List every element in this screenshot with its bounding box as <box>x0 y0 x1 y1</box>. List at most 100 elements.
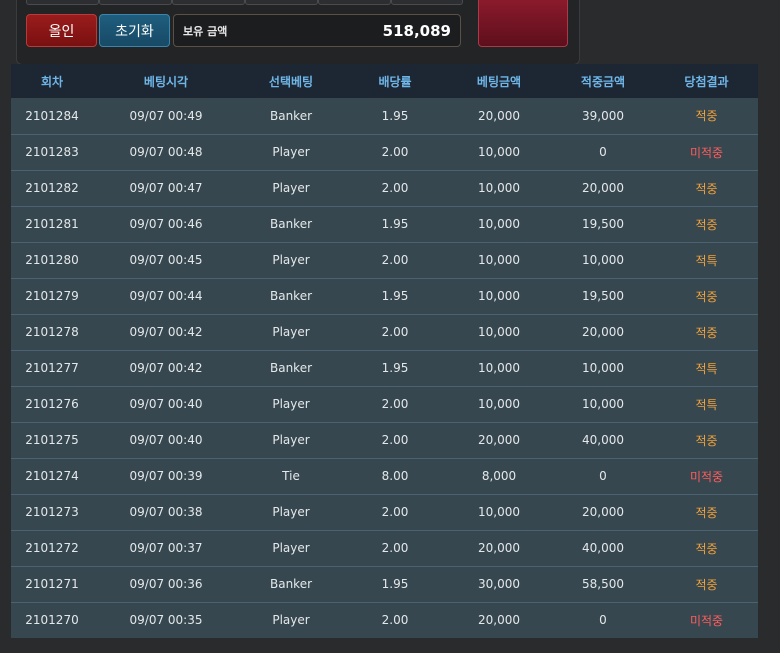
cell-result: 미적중 <box>689 469 724 484</box>
cell-odds: 1.95 <box>381 217 409 231</box>
table-row: 2101274 09/07 00:39 Tie 8.00 8,000 0 미적중 <box>11 458 758 494</box>
cell-round: 2101270 <box>25 613 79 628</box>
cell-odds: 2.00 <box>381 505 409 519</box>
table-row: 2101276 09/07 00:40 Player 2.00 10,000 10,000… <box>11 386 758 422</box>
cell-round: 2101274 <box>25 469 79 483</box>
cell-result: 적중 <box>695 577 718 592</box>
cell-win-amount: 0 <box>599 145 607 159</box>
cell-selection: Banker <box>269 577 313 591</box>
cell-selection: Player <box>272 397 310 411</box>
cell-win-amount: 0 <box>599 613 607 628</box>
cell-bet-time: 09/07 00:48 <box>129 145 203 159</box>
cell-bet-amount: 20,000 <box>478 433 520 447</box>
cell-round: 2101280 <box>25 253 79 267</box>
cell-win-amount: 20,000 <box>582 325 624 339</box>
cell-bet-time: 09/07 00:42 <box>129 361 203 375</box>
table-row: 2101271 09/07 00:36 Banker 1.95 30,000 58,500… <box>11 566 758 602</box>
table-row: 2101272 09/07 00:37 Player 2.00 20,000 40,000… <box>11 530 758 566</box>
balance-display: 보유 금액 518,089 <box>173 14 461 47</box>
cell-win-amount: 10,000 <box>582 361 624 375</box>
cell-result: 적중 <box>695 505 718 520</box>
cell-result: 적중 <box>695 325 718 340</box>
cell-bet-amount: 10,000 <box>478 325 520 339</box>
table-row: 2101280 09/07 00:45 Player 2.00 10,000 10,000… <box>11 242 758 278</box>
cell-result: 적특 <box>695 361 718 376</box>
cell-result: 적중 <box>695 109 718 124</box>
table-row: 2101281 09/07 00:46 Banker 1.95 10,000 19,500… <box>11 206 758 242</box>
cell-selection: Player <box>272 613 310 628</box>
table-header-row: 회차 베팅시각 선택베팅 배당률 베팅금액 적중금액 당첨결과 <box>11 64 758 98</box>
table-row: 2101282 09/07 00:47 Player 2.00 10,000 20,000… <box>11 170 758 206</box>
chip-button[interactable] <box>26 0 99 5</box>
cell-bet-time: 09/07 00:49 <box>129 108 203 123</box>
table-row: 2101279 09/07 00:44 Banker 1.95 10,000 19,500… <box>11 278 758 314</box>
cell-selection: Tie <box>282 469 300 483</box>
cell-bet-time: 09/07 00:37 <box>129 541 203 555</box>
cell-odds: 2.00 <box>381 433 409 447</box>
cell-round: 2101272 <box>25 541 79 555</box>
cell-odds: 1.95 <box>381 108 409 123</box>
cell-selection: Player <box>272 253 310 267</box>
cell-odds: 1.95 <box>381 577 409 591</box>
cell-odds: 2.00 <box>381 397 409 411</box>
allin-button[interactable]: 올인 <box>26 14 97 47</box>
cell-odds: 2.00 <box>381 145 409 159</box>
cell-bet-amount: 10,000 <box>478 253 520 267</box>
cell-win-amount: 19,500 <box>582 289 624 303</box>
cell-selection: Banker <box>269 289 313 303</box>
cell-round: 2101282 <box>25 181 79 195</box>
cell-round: 2101277 <box>25 361 79 375</box>
table-row: 2101283 09/07 00:48 Player 2.00 10,000 0 미적중 <box>11 134 758 170</box>
chip-button[interactable] <box>99 0 172 5</box>
cell-round: 2101278 <box>25 325 79 339</box>
cell-win-amount: 40,000 <box>582 433 624 447</box>
cell-bet-amount: 10,000 <box>478 217 520 231</box>
cell-bet-time: 09/07 00:47 <box>129 181 203 195</box>
table-row: 2101270 09/07 00:35 Player 2.00 20,000 0 미적중 <box>11 602 758 638</box>
cell-bet-time: 09/07 00:44 <box>129 289 203 303</box>
cell-result: 적특 <box>695 253 718 268</box>
table-row: 2101278 09/07 00:42 Player 2.00 10,000 20,000… <box>11 314 758 350</box>
reset-button[interactable]: 초기화 <box>99 14 170 47</box>
cell-bet-time: 09/07 00:36 <box>129 577 203 591</box>
chip-button[interactable] <box>391 0 463 5</box>
cell-result: 적중 <box>695 433 718 448</box>
cell-bet-amount: 30,000 <box>478 577 520 591</box>
cell-bet-amount: 10,000 <box>478 289 520 303</box>
cell-round: 2101283 <box>25 145 79 159</box>
cell-bet-amount: 8,000 <box>481 469 517 483</box>
cell-bet-time: 09/07 00:39 <box>129 469 203 483</box>
cell-odds: 2.00 <box>381 541 409 555</box>
cell-selection: Player <box>272 541 310 555</box>
col-header-round: 회차 <box>40 74 64 89</box>
cell-selection: Banker <box>269 108 313 123</box>
col-header-selection: 선택베팅 <box>268 74 314 89</box>
place-bet-button[interactable] <box>478 0 568 47</box>
cell-round: 2101271 <box>25 577 79 591</box>
cell-odds: 2.00 <box>381 325 409 339</box>
cell-win-amount: 39,000 <box>582 108 624 123</box>
cell-bet-time: 09/07 00:42 <box>129 325 203 339</box>
cell-bet-amount: 10,000 <box>478 505 520 519</box>
cell-selection: Player <box>272 145 310 159</box>
cell-bet-time: 09/07 00:46 <box>129 217 203 231</box>
table-body: 2101284 09/07 00:49 Banker 1.95 20,000 39,000… <box>11 98 758 638</box>
cell-win-amount: 20,000 <box>582 505 624 519</box>
cell-odds: 1.95 <box>381 361 409 375</box>
chip-button[interactable] <box>172 0 245 5</box>
cell-bet-amount: 10,000 <box>478 145 520 159</box>
chip-button[interactable] <box>318 0 391 5</box>
cell-win-amount: 40,000 <box>582 541 624 555</box>
cell-round: 2101279 <box>25 289 79 303</box>
table-row: 2101273 09/07 00:38 Player 2.00 10,000 20,000… <box>11 494 758 530</box>
cell-odds: 2.00 <box>381 253 409 267</box>
cell-bet-amount: 10,000 <box>478 181 520 195</box>
cell-result: 적중 <box>695 289 718 304</box>
col-header-bet-amount: 베팅금액 <box>476 74 522 89</box>
cell-bet-amount: 10,000 <box>478 361 520 375</box>
chip-button[interactable] <box>245 0 318 5</box>
cell-result: 적중 <box>695 217 718 232</box>
cell-selection: Player <box>272 505 310 519</box>
cell-result: 적중 <box>695 541 718 556</box>
cell-bet-time: 09/07 00:45 <box>129 253 203 267</box>
